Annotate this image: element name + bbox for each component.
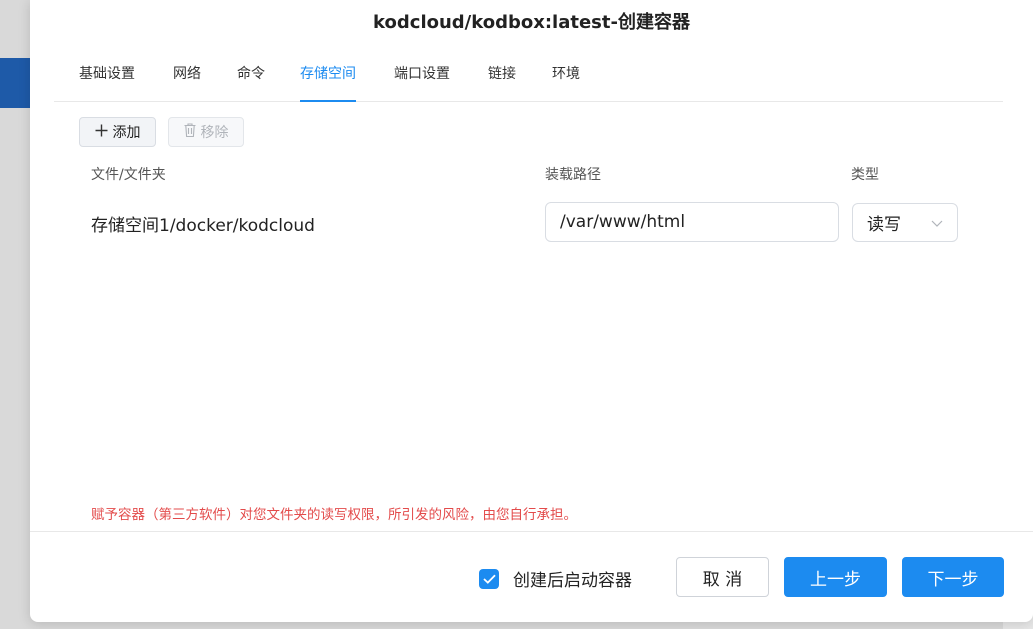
footer-divider: [30, 531, 1033, 532]
previous-step-button[interactable]: 上一步: [784, 557, 887, 597]
background-app-accent: [0, 58, 30, 108]
start-after-create-checkbox[interactable]: 创建后启动容器: [479, 566, 632, 591]
cancel-button[interactable]: 取 消: [676, 557, 769, 597]
storage-source-path: 存储空间1/docker/kodcloud: [91, 216, 315, 236]
column-header-source: 文件/文件夹: [91, 167, 166, 183]
permission-type-value: 读写: [867, 215, 901, 235]
tab-links[interactable]: 链接: [488, 56, 516, 102]
chevron-down-icon: [931, 213, 943, 232]
risk-warning-text: 赋予容器（第三方软件）对您文件夹的读写权限，所引发的风险，由您自行承担。: [91, 507, 577, 523]
add-button[interactable]: 添加: [79, 117, 156, 147]
column-header-type: 类型: [851, 167, 879, 183]
tab-command[interactable]: 命令: [237, 56, 265, 102]
tab-bar: 基础设置 网络 命令 存储空间 端口设置 链接 环境: [54, 56, 1003, 102]
dialog-title: kodcloud/kodbox:latest-创建容器: [373, 12, 690, 33]
plus-icon: [95, 124, 108, 141]
next-step-button[interactable]: 下一步: [902, 557, 1004, 597]
column-header-mount-path: 装载路径: [545, 167, 601, 183]
tab-environment[interactable]: 环境: [552, 56, 580, 102]
checkbox-checked-icon: [479, 568, 499, 589]
remove-button-label: 移除: [200, 125, 229, 141]
remove-button[interactable]: 移除: [168, 117, 244, 147]
tab-port-settings[interactable]: 端口设置: [394, 56, 450, 102]
mount-path-input[interactable]: [545, 202, 839, 242]
trash-icon: [184, 123, 196, 141]
permission-type-select[interactable]: 读写: [852, 203, 958, 242]
start-after-create-label: 创建后启动容器: [513, 571, 632, 591]
create-container-dialog: kodcloud/kodbox:latest-创建容器 基础设置 网络 命令 存…: [30, 0, 1033, 622]
tab-basic-settings[interactable]: 基础设置: [79, 56, 135, 102]
add-button-label: 添加: [112, 125, 141, 141]
tab-storage[interactable]: 存储空间: [300, 56, 356, 102]
tab-network[interactable]: 网络: [173, 56, 201, 102]
